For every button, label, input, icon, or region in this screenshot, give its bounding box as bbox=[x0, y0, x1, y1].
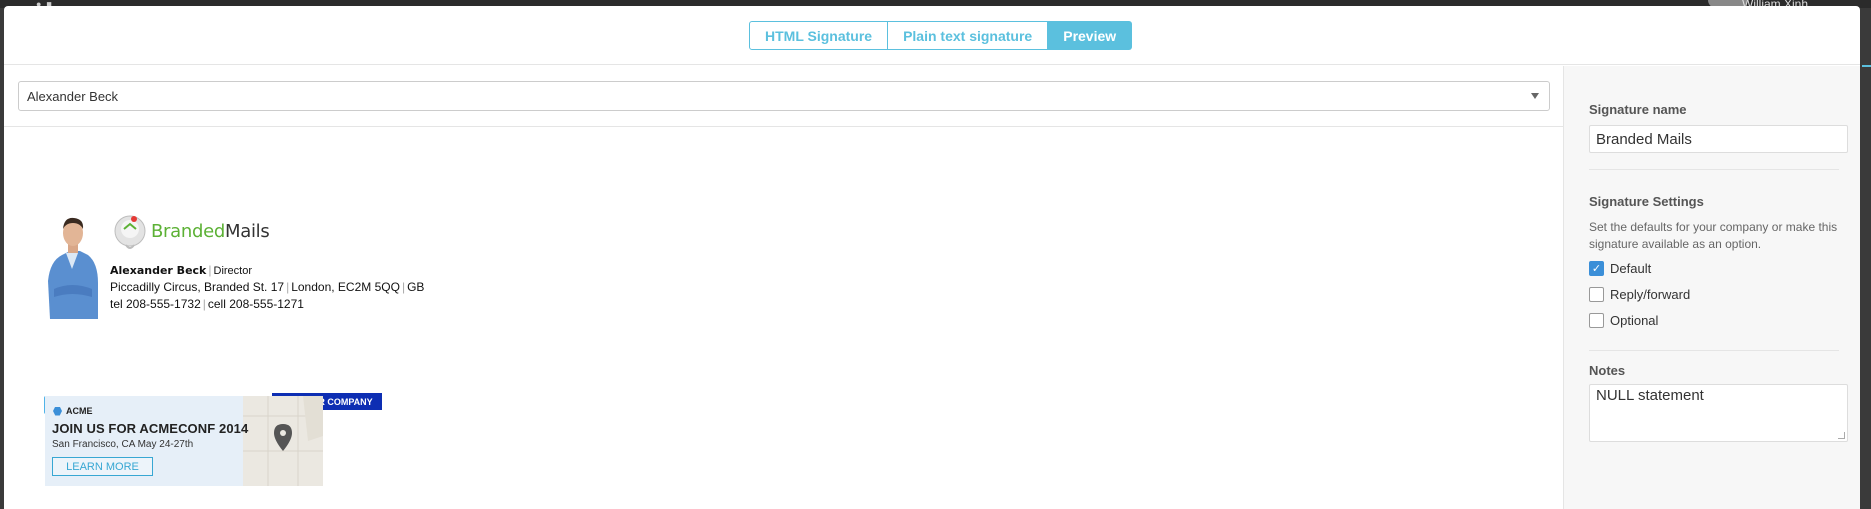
divider bbox=[1589, 169, 1839, 170]
brandedmails-logo-icon bbox=[114, 215, 146, 249]
side-edge bbox=[1862, 55, 1871, 85]
checkbox-empty[interactable] bbox=[1589, 313, 1604, 328]
signature-name-input[interactable]: Branded Mails bbox=[1589, 125, 1848, 153]
user-select[interactable]: Alexander Beck bbox=[18, 81, 1550, 111]
reply-forward-checkbox[interactable]: Reply/forward bbox=[1589, 287, 1690, 302]
modal-header: HTML Signature Plain text signature Prev… bbox=[4, 6, 1860, 65]
signature-name-line: Alexander Beck | Director bbox=[110, 263, 253, 277]
chevron-down-icon bbox=[1531, 93, 1539, 99]
signature-settings-label: Signature Settings bbox=[1589, 194, 1704, 209]
notes-textarea[interactable]: NULL statement bbox=[1589, 384, 1848, 442]
banner-title: JOIN US FOR ACMECONF 2014 bbox=[52, 421, 249, 436]
preview-pane: Alexander Beck BrandedMails Alexander Be… bbox=[4, 66, 1563, 509]
notes-value: NULL statement bbox=[1596, 387, 1704, 404]
tab-preview[interactable]: Preview bbox=[1048, 21, 1133, 50]
signature-settings-help: Set the defaults for your company or mak… bbox=[1589, 220, 1838, 251]
settings-panel: Signature name Branded Mails Signature S… bbox=[1563, 66, 1860, 509]
signature-tabs: HTML Signature Plain text signature Prev… bbox=[749, 21, 1133, 50]
optional-checkbox[interactable]: Optional bbox=[1589, 313, 1658, 328]
notes-label: Notes bbox=[1589, 363, 1626, 378]
signature-title: Director bbox=[213, 265, 253, 277]
map-image bbox=[243, 396, 323, 486]
signature-name: Alexander Beck bbox=[110, 264, 207, 277]
checkbox-empty[interactable] bbox=[1589, 287, 1604, 302]
banner-brand: ACME bbox=[53, 406, 93, 416]
tab-plain-text-signature[interactable]: Plain text signature bbox=[888, 21, 1049, 50]
banner-subtitle: San Francisco, CA May 24-27th bbox=[52, 439, 194, 450]
signature-phones: tel 208-555-1732 | cell 208-555-1271 bbox=[110, 297, 304, 311]
signature-name-label: Signature name bbox=[1589, 102, 1687, 117]
signature-modal: HTML Signature Plain text signature Prev… bbox=[4, 6, 1860, 509]
tab-html-signature[interactable]: HTML Signature bbox=[749, 21, 889, 50]
user-select-value: Alexander Beck bbox=[27, 88, 119, 104]
brand-logo-text: BrandedMails bbox=[151, 221, 270, 242]
learn-more-button[interactable]: LEARN MORE bbox=[52, 457, 153, 476]
default-checkbox[interactable]: ✓ Default bbox=[1589, 261, 1651, 276]
divider bbox=[4, 126, 1563, 127]
acme-logo-icon bbox=[53, 406, 62, 416]
signature-address: Piccadilly Circus, Branded St. 17 | London… bbox=[110, 280, 425, 294]
check-icon[interactable]: ✓ bbox=[1589, 261, 1604, 276]
event-banner[interactable]: ACME JOIN US FOR ACMECONF 2014 San Franc… bbox=[45, 396, 323, 486]
resize-handle-icon[interactable] bbox=[1838, 432, 1845, 439]
signature-preview: BrandedMails Alexander Beck | Director Pic… bbox=[44, 211, 464, 417]
divider bbox=[1589, 350, 1839, 351]
profile-photo bbox=[44, 211, 99, 319]
